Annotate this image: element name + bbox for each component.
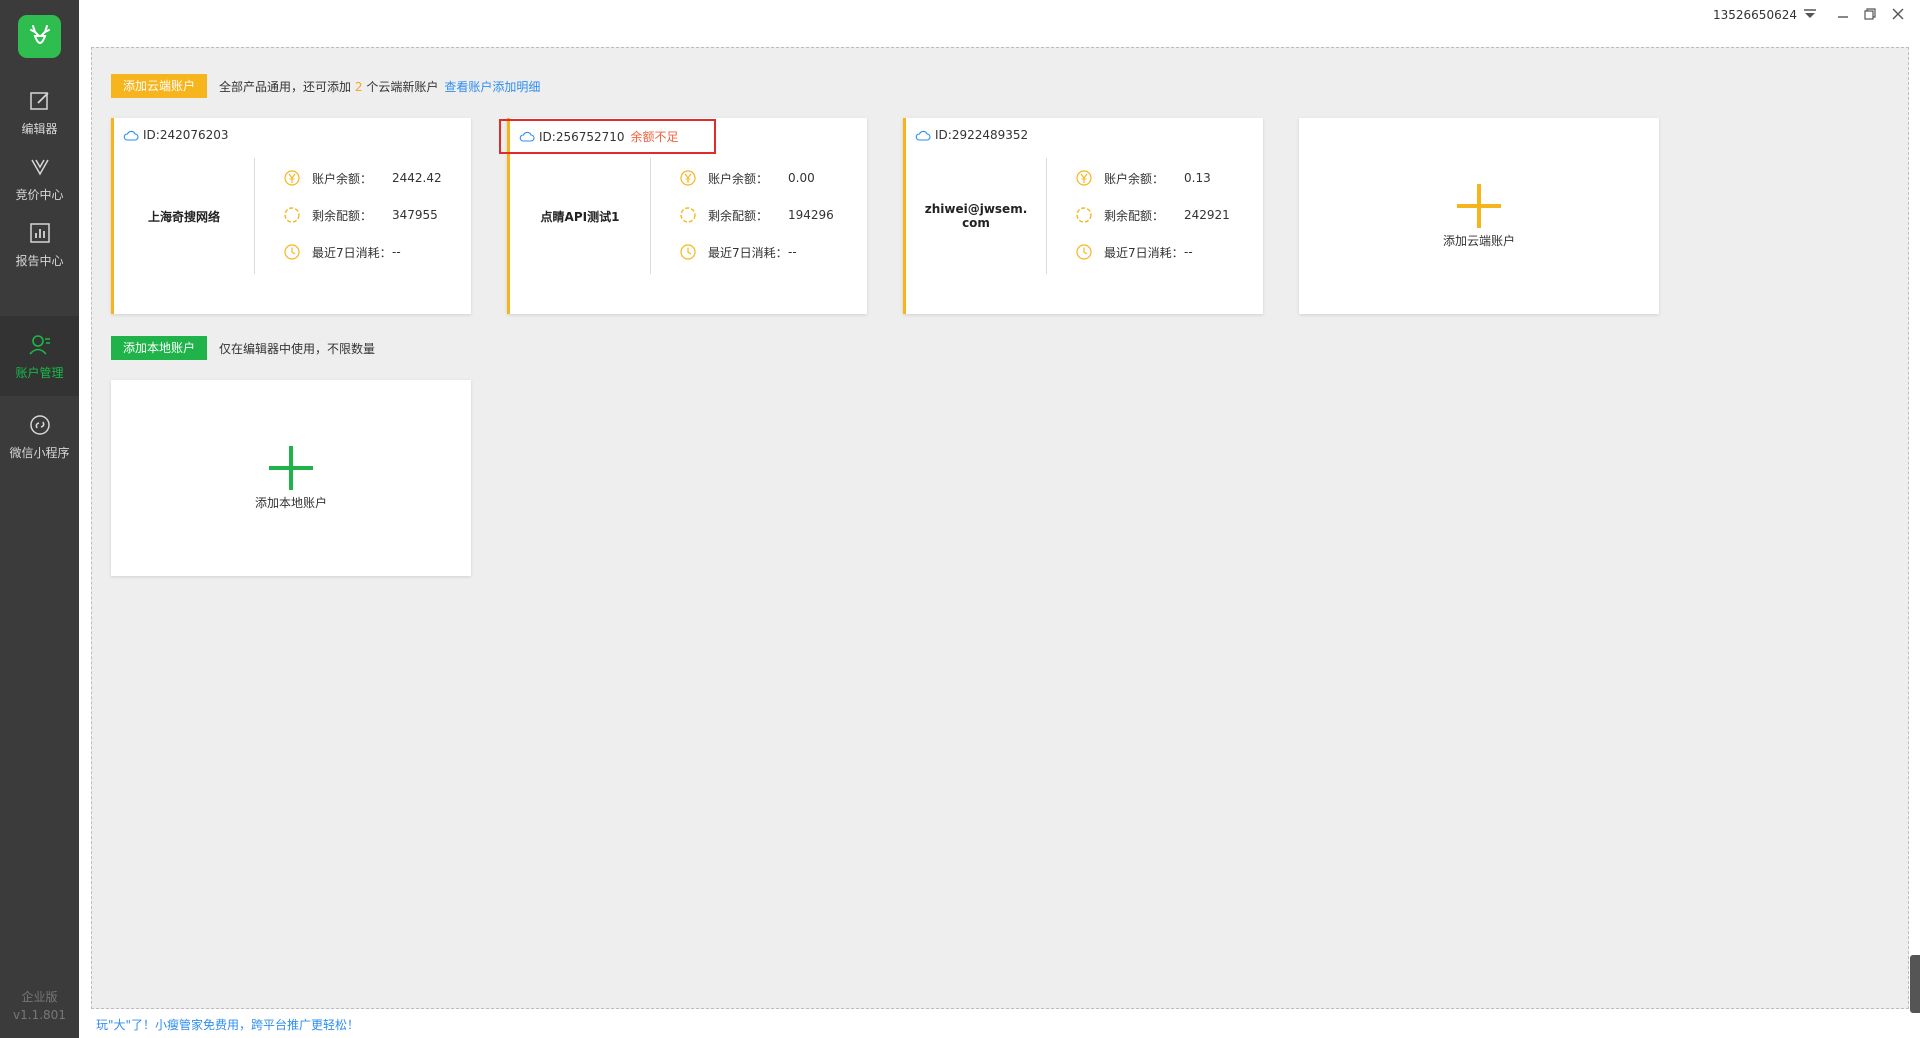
sidebar-item-account-management[interactable]: 账户管理: [0, 316, 79, 396]
yuan-icon: [678, 168, 698, 188]
balance-row: 账户余额： 0.13: [1074, 168, 1211, 188]
triangle-down-icon[interactable]: [1800, 4, 1820, 24]
add-cloud-account-card[interactable]: 添加云端账户: [1299, 118, 1659, 314]
quota-row: 剩余配额： 242921: [1074, 205, 1230, 225]
cloud-account-bar: 添加云端账户 全部产品通用，还可添加 2 个云端新账户 查看账户添加明细: [111, 74, 540, 98]
app-logo: [18, 15, 61, 58]
sidebar-item-label: 编辑器: [21, 121, 58, 136]
sidebar-item-label: 微信小程序: [9, 445, 70, 460]
quota-row: 剩余配额： 347955: [282, 205, 438, 225]
quota-value: 242921: [1184, 208, 1230, 222]
version-label: v1.1.801: [13, 1008, 66, 1022]
sidebar-item-wechat-miniprogram[interactable]: 微信小程序: [0, 396, 79, 476]
clock-icon: [678, 242, 698, 262]
account-id: ID:242076203: [143, 128, 229, 142]
account-id: ID:2922489352: [935, 128, 1029, 142]
spend-value: --: [392, 245, 401, 259]
quota-row: 剩余配额： 194296: [678, 205, 834, 225]
report-icon: [27, 220, 53, 246]
side-drawer-handle[interactable]: [1910, 955, 1920, 1013]
spend-row: 最近7日消耗： --: [1074, 242, 1193, 262]
local-account-bar: 添加本地账户 仅在编辑器中使用，不限数量: [111, 336, 375, 360]
sidebar: 编辑器 竞价中心 报告中心 账户管理 微信小程序 企业版 v1.1.801: [0, 0, 79, 1038]
add-cloud-account-label: 添加云端账户: [1442, 233, 1515, 248]
spend-label: 最近7日消耗：: [1104, 245, 1184, 260]
balance-label: 账户余额：: [1104, 171, 1165, 186]
spend-value: --: [1184, 245, 1193, 259]
quota-value: 194296: [788, 208, 834, 222]
plus-icon: [1457, 183, 1501, 228]
balance-row: 账户余额： 0.00: [678, 168, 815, 188]
clock-icon: [1074, 242, 1094, 262]
balance-label: 账户余额：: [312, 171, 373, 186]
view-details-link[interactable]: 查看账户添加明细: [444, 78, 540, 95]
edition-label: 企业版: [21, 990, 58, 1004]
sidebar-item-report-center[interactable]: 报告中心: [0, 204, 79, 284]
account-name: zhiwei@jwsem.com: [924, 202, 1028, 230]
add-cloud-account-button[interactable]: 添加云端账户: [111, 74, 208, 98]
account-name: 点睛API测试1: [540, 209, 620, 224]
plus-icon: [269, 445, 313, 490]
sidebar-item-label: 报告中心: [15, 253, 64, 268]
remaining-count: 2: [354, 79, 363, 94]
balance-value: 0.00: [788, 171, 815, 185]
yuan-icon: [282, 168, 302, 188]
account-name: 上海奇搜网络: [147, 209, 220, 224]
user-phone[interactable]: 13526650624: [1713, 8, 1797, 22]
sidebar-item-label: 竞价中心: [15, 187, 64, 202]
card-header: ID:2922489352: [915, 128, 1028, 142]
cloud-account-hint: 全部产品通用，还可添加 2 个云端新账户: [219, 78, 438, 95]
hint-text: 个云端新账户: [366, 79, 439, 94]
promo-link[interactable]: 玩"大"了！小瘦管家免费用，跨平台推广更轻松！: [96, 1016, 359, 1033]
add-local-account-card[interactable]: 添加本地账户: [111, 380, 471, 576]
local-account-hint: 仅在编辑器中使用，不限数量: [219, 341, 376, 356]
hint-text: 全部产品通用，还可添加: [219, 79, 352, 94]
clock-icon: [282, 242, 302, 262]
divider: [1046, 158, 1047, 274]
account-card[interactable]: ID:2922489352 zhiwei@jwsem.com 账户余额： 0.1…: [903, 118, 1263, 314]
spend-row: 最近7日消耗： --: [282, 242, 401, 262]
highlight-box: [499, 119, 716, 154]
bid-icon: [27, 154, 53, 180]
close-icon[interactable]: [1888, 4, 1908, 24]
balance-label: 账户余额：: [708, 171, 769, 186]
card-header: ID:242076203: [123, 128, 229, 142]
title-bar: 13526650624: [79, 0, 1920, 38]
balance-value: 0.13: [1184, 171, 1211, 185]
spend-value: --: [788, 245, 797, 259]
edit-icon: [27, 88, 53, 114]
restore-icon[interactable]: [1860, 4, 1880, 24]
quota-label: 剩余配额：: [708, 208, 769, 223]
spend-label: 最近7日消耗：: [708, 245, 788, 260]
deer-logo-icon: [29, 24, 50, 44]
account-card[interactable]: ID:242076203 上海奇搜网络 账户余额： 2442.42 剩余配额： …: [111, 118, 471, 314]
user-icon: [27, 332, 53, 358]
yuan-icon: [1074, 168, 1094, 188]
cloud-icon: [123, 130, 139, 141]
add-local-account-button[interactable]: 添加本地账户: [111, 336, 208, 360]
balance-value: 2442.42: [392, 171, 442, 185]
quota-label: 剩余配额：: [312, 208, 373, 223]
miniprogram-icon: [27, 412, 53, 438]
quota-icon: [678, 205, 698, 225]
balance-row: 账户余额： 2442.42: [282, 168, 442, 188]
quota-value: 347955: [392, 208, 438, 222]
quota-icon: [282, 205, 302, 225]
add-local-account-label: 添加本地账户: [254, 495, 327, 510]
quota-label: 剩余配额：: [1104, 208, 1165, 223]
cloud-icon: [915, 130, 931, 141]
spend-row: 最近7日消耗： --: [678, 242, 797, 262]
quota-icon: [1074, 205, 1094, 225]
spend-label: 最近7日消耗：: [312, 245, 392, 260]
divider: [254, 158, 255, 274]
divider: [650, 158, 651, 274]
minimize-icon[interactable]: [1833, 4, 1853, 24]
sidebar-item-label: 账户管理: [15, 365, 64, 380]
